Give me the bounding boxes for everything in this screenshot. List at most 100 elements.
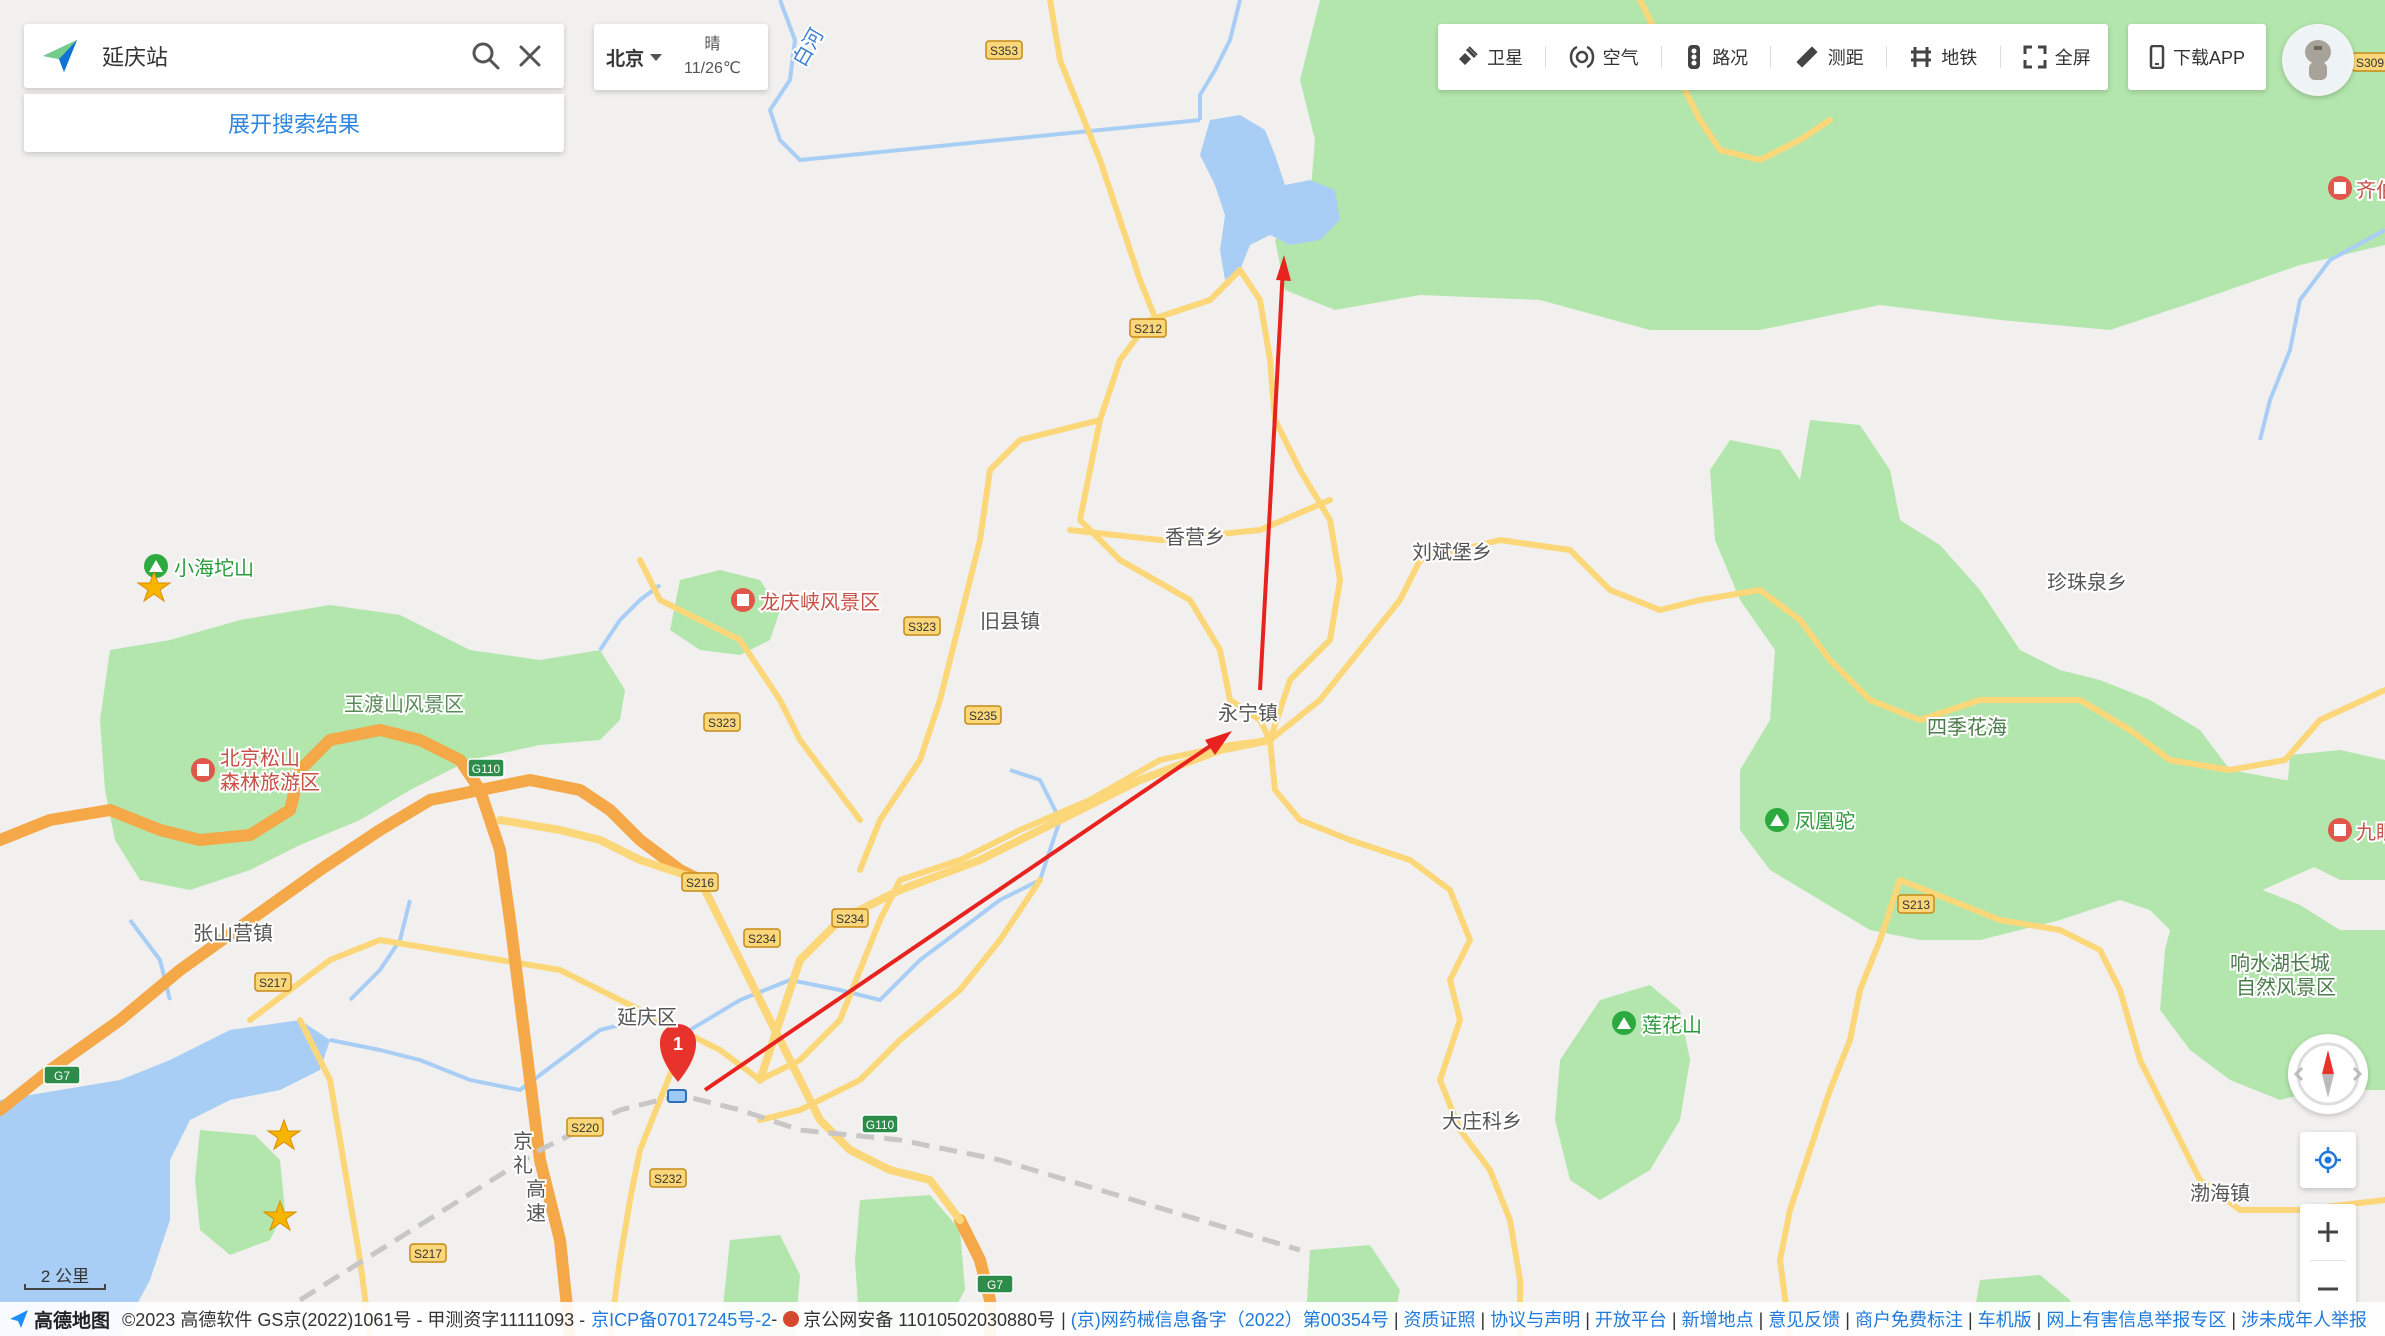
- road-shield: G110: [861, 1114, 899, 1134]
- label-fenghuangtuo: 凤凰驼: [1795, 810, 1855, 833]
- icp-link[interactable]: 京ICP备07017245号-2: [591, 1306, 771, 1332]
- search-box[interactable]: 延庆站: [24, 24, 564, 88]
- road-shield-label: S217: [259, 976, 287, 990]
- city-name: 北京: [606, 48, 645, 70]
- air-quality-button[interactable]: 空气: [1569, 24, 1639, 90]
- label-songshan-1: 北京松山: [220, 747, 300, 770]
- road-shield-label: S353: [990, 44, 1018, 58]
- footer-link[interactable]: 开放平台: [1595, 1310, 1667, 1330]
- city-weather-widget[interactable]: 北京 晴 11/26℃: [594, 24, 768, 90]
- road-shield: S217: [409, 1243, 447, 1263]
- road-shield-label: S234: [748, 932, 776, 946]
- road-shield: S235: [964, 705, 1002, 725]
- road-shield-label: S234: [836, 912, 864, 926]
- road-shield: S323: [903, 616, 941, 636]
- avatar-icon: [2284, 26, 2352, 94]
- search-input[interactable]: 延庆站: [102, 40, 464, 72]
- fullscreen-button[interactable]: 全屏: [2023, 24, 2091, 90]
- traffic-button[interactable]: 路况: [1684, 24, 1748, 90]
- mountain-poi-icon: [1765, 808, 1789, 832]
- footer-link[interactable]: 网上有害信息举报专区: [2046, 1310, 2226, 1330]
- map-canvas[interactable]: S353 S212 S323 S323 S235 G110 S216 S234 S234 S217…: [0, 0, 2385, 1336]
- search-icon: [472, 42, 500, 70]
- traffic-label: 路况: [1712, 48, 1749, 68]
- zoom-control: [2300, 1204, 2356, 1316]
- label-xiangshuihu-2: 自然风景区: [2236, 976, 2336, 999]
- label-jingli-3: 高: [526, 1178, 546, 1201]
- footer-link[interactable]: 协议与声明: [1490, 1310, 1580, 1330]
- scenic-poi-icon: [2328, 176, 2352, 200]
- fullscreen-label: 全屏: [2054, 48, 2091, 68]
- road-shield: S212: [1129, 318, 1167, 338]
- footer-link[interactable]: 新增地点: [1682, 1310, 1754, 1330]
- plus-icon: [2318, 1222, 2338, 1242]
- measure-button[interactable]: 测距: [1794, 24, 1864, 90]
- road-shield: S323: [703, 712, 741, 732]
- label-dazhuangke: 大庄科乡: [1442, 1110, 1522, 1133]
- subway-label: 地铁: [1941, 48, 1978, 68]
- road-shield-label: G110: [866, 1118, 895, 1132]
- label-jingli-2: 礼: [513, 1154, 533, 1177]
- footer-link[interactable]: (京)网药械信息备字（2022）第00354号: [1071, 1310, 1389, 1330]
- compass-control[interactable]: [2288, 1034, 2368, 1114]
- road-shield-label: S232: [654, 1172, 682, 1186]
- footer-link[interactable]: 资质证照: [1404, 1310, 1476, 1330]
- road-shield-label: G7: [54, 1069, 70, 1083]
- footer-link[interactable]: 意见反馈: [1768, 1310, 1840, 1330]
- road-shield: S220: [566, 1117, 604, 1137]
- download-label: 下载APP: [2172, 48, 2246, 68]
- label-jiuxian: 旧县镇: [980, 610, 1040, 633]
- road-shield-label: S213: [1902, 898, 1930, 912]
- clear-search-button[interactable]: [508, 34, 552, 78]
- road-shield-label: S217: [414, 1247, 442, 1261]
- police-badge-icon: [783, 1311, 800, 1327]
- locate-button[interactable]: [2300, 1132, 2356, 1188]
- scale-bar: [24, 1284, 106, 1290]
- user-avatar[interactable]: [2282, 24, 2354, 96]
- road-shield: G110: [467, 758, 505, 778]
- road-shield: S309: [2351, 52, 2385, 72]
- footer-link[interactable]: 商户免费标注: [1855, 1310, 1963, 1330]
- footer-brand[interactable]: 高德地图: [8, 1306, 116, 1333]
- label-xiangying: 香营乡: [1165, 526, 1225, 549]
- label-yuduhshan: 玉渡山风景区: [344, 693, 464, 716]
- mountain-poi-icon: [144, 554, 168, 578]
- road-shield-label: G7: [987, 1278, 1003, 1292]
- label-zhangshanying: 张山营镇: [193, 922, 273, 945]
- label-lianhuashan: 莲花山: [1642, 1014, 1702, 1037]
- close-icon: [519, 45, 541, 67]
- map-scale: 2 公里: [24, 1262, 106, 1292]
- subway-button[interactable]: 地铁: [1909, 24, 1977, 90]
- footer-link[interactable]: 车机版: [1978, 1310, 2032, 1330]
- road-shield-label: S220: [571, 1121, 599, 1135]
- satellite-button[interactable]: 卫星: [1455, 24, 1523, 90]
- caret-down-icon: [650, 53, 663, 61]
- marker-number: 1: [673, 1034, 683, 1054]
- ruler-label: 测距: [1827, 48, 1864, 68]
- weather-info: 晴 11/26℃: [684, 33, 741, 81]
- expand-results-button[interactable]: 展开搜索结果: [24, 94, 564, 152]
- satellite-icon: [1459, 46, 1478, 65]
- label-zhenzhuquan: 珍珠泉乡: [2047, 571, 2127, 594]
- weather-condition: 晴: [704, 36, 721, 53]
- footer-separator: -: [771, 1308, 778, 1329]
- search-button[interactable]: [464, 34, 508, 78]
- toolbar-divider: [1660, 46, 1662, 68]
- traffic-icon: [1688, 45, 1701, 69]
- mountain-poi-icon: [1612, 1011, 1636, 1035]
- city-selector[interactable]: 北京: [606, 44, 663, 71]
- copyright-text: ©2023 高德软件 GS京(2022)1061号 - 甲测资字11111093…: [122, 1310, 586, 1330]
- label-longqingxia: 龙庆峡风景区: [760, 591, 880, 614]
- phone-icon: [2149, 45, 2165, 69]
- footer-link[interactable]: 涉未成年人举报: [2241, 1310, 2367, 1330]
- zoom-in-button[interactable]: [2300, 1204, 2356, 1260]
- minus-icon: [2318, 1287, 2338, 1291]
- download-app-button[interactable]: 下载APP: [2128, 24, 2266, 90]
- road-shield: S217: [254, 972, 292, 992]
- toolbar-divider: [1999, 46, 2001, 68]
- weather-temperature: 11/26℃: [684, 60, 741, 77]
- road-shield-label: S212: [1134, 322, 1162, 336]
- subway-icon: [1911, 47, 1932, 67]
- label-jingli-1: 京: [513, 1130, 533, 1153]
- road-shield: S234: [831, 908, 869, 928]
